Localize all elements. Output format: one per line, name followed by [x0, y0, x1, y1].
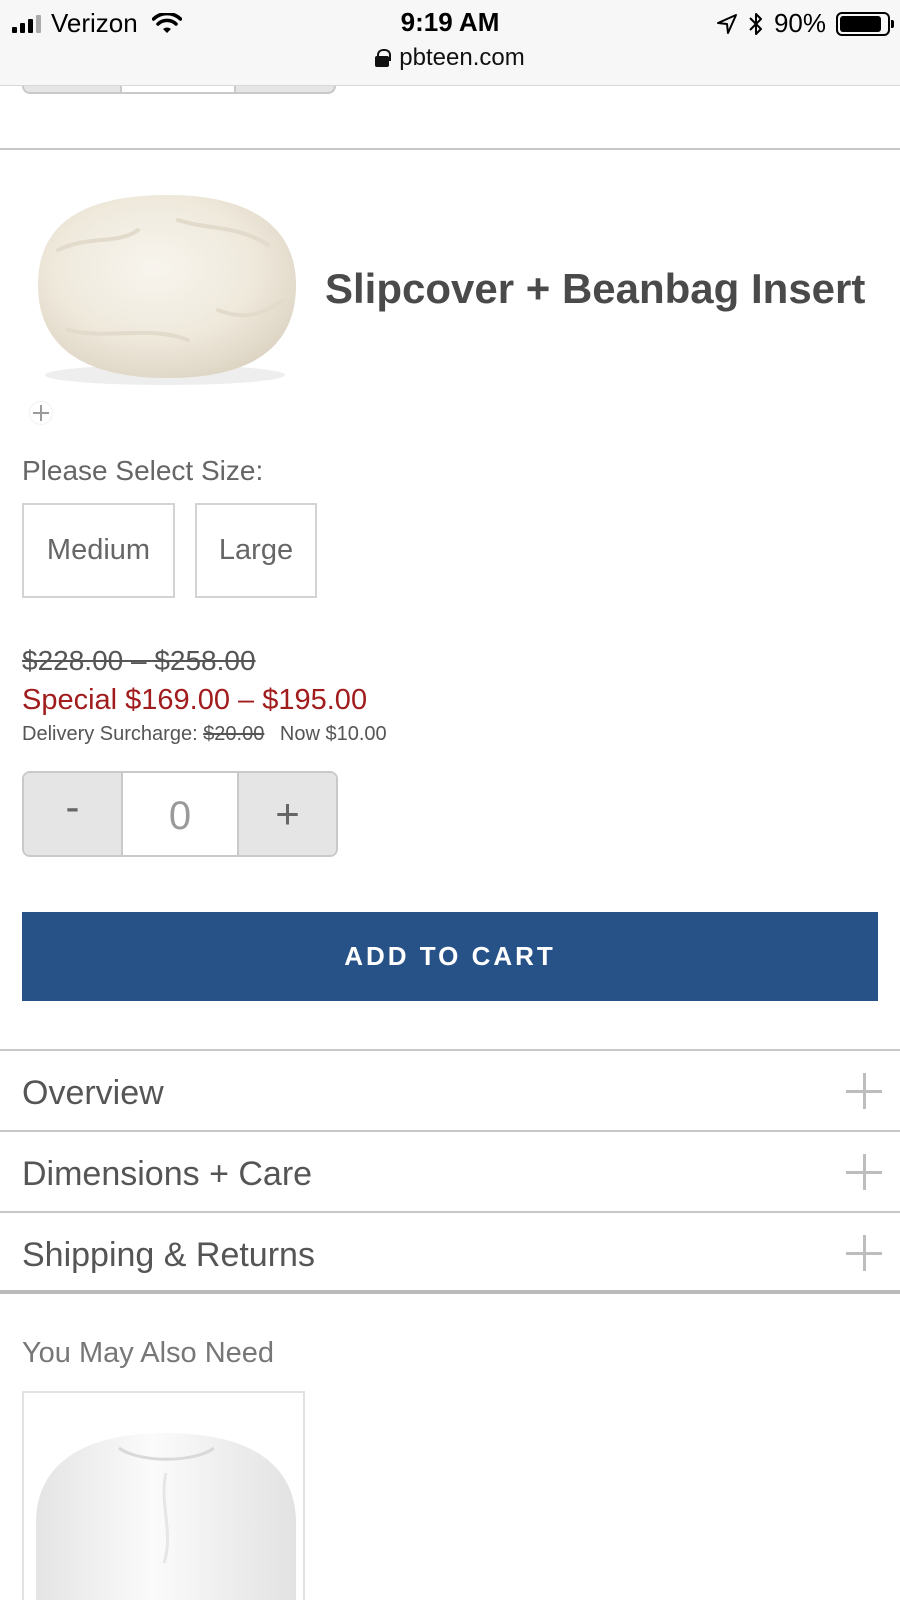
- lock-icon: [375, 49, 392, 67]
- battery-fill: [840, 15, 882, 32]
- accordion-shipping-returns[interactable]: Shipping & Returns: [0, 1213, 900, 1294]
- add-to-cart-button[interactable]: ADD TO CART: [22, 912, 878, 1001]
- quantity-decrease-button[interactable]: -: [24, 773, 121, 855]
- special-price: Special $169.00 – $195.00: [22, 684, 368, 716]
- quantity-stepper: - +: [22, 771, 338, 857]
- plus-icon[interactable]: [846, 1073, 882, 1109]
- surcharge-new-price: Now $10.00: [279, 723, 387, 745]
- previous-quantity-stepper: [22, 86, 336, 94]
- details-accordion: Overview Dimensions + Care Shipping & Re…: [0, 1049, 900, 1294]
- accordion-label: Shipping & Returns: [22, 1236, 315, 1274]
- quantity-input[interactable]: [121, 773, 239, 855]
- recommended-product-card[interactable]: [22, 1391, 305, 1600]
- status-right: 90%: [716, 8, 894, 39]
- delivery-surcharge: Delivery Surcharge: $20.00 Now $10.00: [22, 723, 387, 746]
- surcharge-old-price: $20.00: [203, 723, 265, 745]
- section-divider: [0, 148, 900, 150]
- product-title: Slipcover + Beanbag Insert: [325, 265, 866, 312]
- plus-icon[interactable]: [846, 1154, 882, 1190]
- accordion-label: Dimensions + Care: [22, 1155, 313, 1193]
- accordion-dimensions-care[interactable]: Dimensions + Care: [0, 1132, 900, 1213]
- quantity-increase-button[interactable]: +: [239, 773, 336, 855]
- status-bar: Verizon 9:19 AM 90% pbteen.com: [0, 0, 900, 86]
- plus-icon[interactable]: [846, 1235, 882, 1271]
- battery-percent: 90%: [773, 8, 826, 38]
- size-label: Please Select Size:: [22, 455, 264, 486]
- address-bar[interactable]: pbteen.com: [0, 44, 900, 72]
- recommendations-heading: You May Also Need: [22, 1337, 275, 1369]
- bluetooth-icon: [749, 12, 762, 35]
- url-text: pbteen.com: [399, 44, 525, 71]
- product-image[interactable]: [28, 190, 302, 390]
- accordion-label: Overview: [22, 1074, 164, 1112]
- size-medium-button[interactable]: Medium: [22, 503, 175, 598]
- original-price: $228.00 – $258.00: [22, 645, 256, 676]
- accordion-overview[interactable]: Overview: [0, 1051, 900, 1132]
- recommended-product-image: [36, 1433, 296, 1600]
- zoom-icon[interactable]: [30, 402, 52, 424]
- battery-icon: [836, 11, 894, 36]
- surcharge-label: Delivery Surcharge:: [22, 723, 198, 745]
- location-icon: [716, 13, 737, 34]
- size-large-button[interactable]: Large: [195, 503, 317, 598]
